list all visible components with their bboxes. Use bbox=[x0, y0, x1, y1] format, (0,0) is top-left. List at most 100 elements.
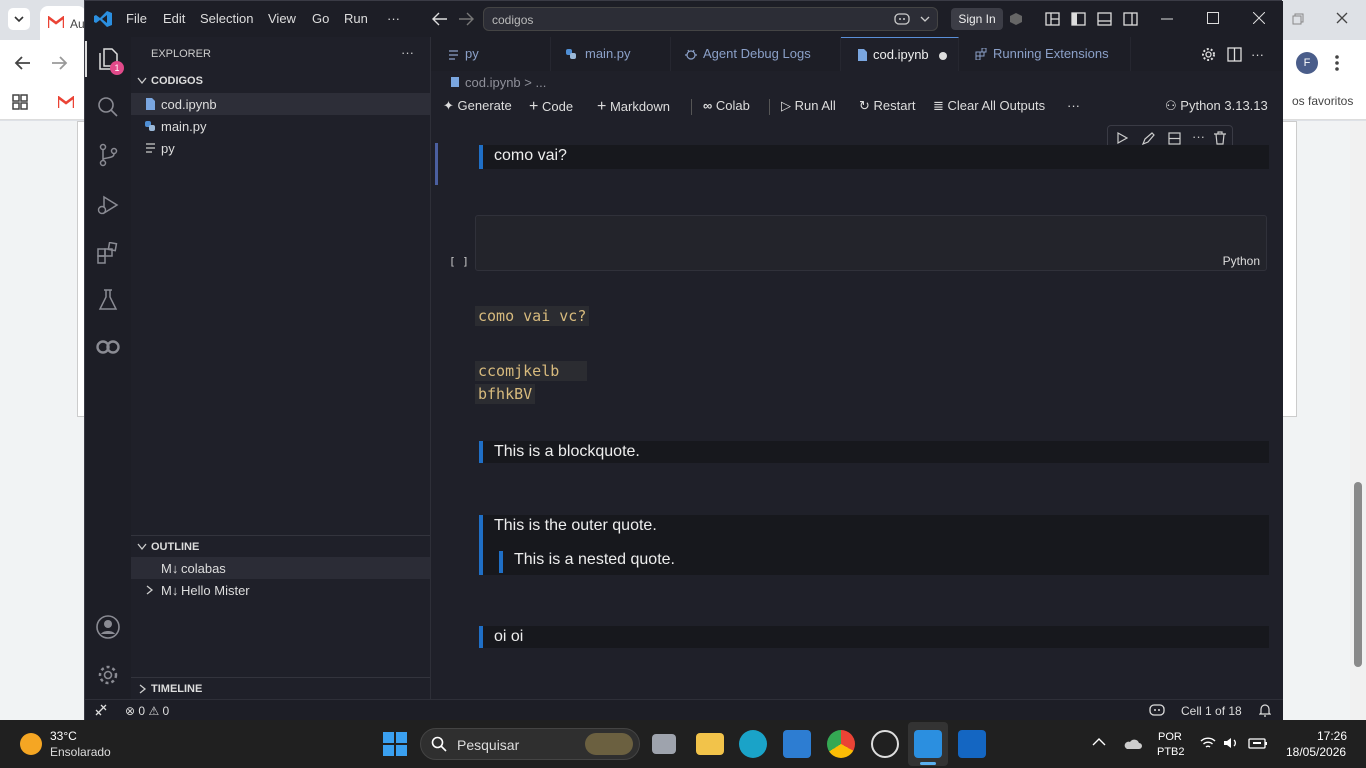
tab-py[interactable]: py bbox=[431, 37, 551, 71]
sign-in-button[interactable]: Sign In bbox=[951, 8, 1003, 30]
menu-more[interactable]: ··· bbox=[387, 11, 400, 26]
edit-cell-icon[interactable] bbox=[1142, 132, 1155, 145]
tab-running-extensions[interactable]: Running Extensions bbox=[959, 37, 1131, 71]
run-debug-icon[interactable] bbox=[97, 194, 119, 216]
tab-main-py[interactable]: main.py bbox=[551, 37, 671, 71]
accounts-icon[interactable] bbox=[1009, 12, 1023, 26]
breadcrumb[interactable]: cod.ipynb > ... bbox=[451, 75, 546, 90]
window-maximize-icon[interactable] bbox=[1207, 12, 1219, 24]
outline-title[interactable]: OUTLINE bbox=[151, 541, 199, 553]
folder-chevron-icon[interactable] bbox=[137, 77, 147, 85]
tab-agent-debug-logs[interactable]: Agent Debug Logs bbox=[671, 37, 841, 71]
dell-icon[interactable] bbox=[871, 730, 899, 758]
show-hidden-icons[interactable] bbox=[1092, 737, 1106, 747]
folder-title[interactable]: CODIGOS bbox=[151, 75, 203, 87]
battery-icon[interactable] bbox=[1248, 737, 1268, 749]
copilot-status-icon[interactable] bbox=[1149, 703, 1165, 717]
split-editor-icon[interactable] bbox=[1227, 47, 1242, 62]
extensions-icon[interactable] bbox=[97, 242, 119, 264]
unsaved-dot-icon[interactable] bbox=[939, 52, 947, 60]
timeline-chevron-icon[interactable] bbox=[139, 684, 147, 694]
file-item-py[interactable]: py bbox=[131, 137, 430, 159]
colab-icon[interactable] bbox=[95, 339, 121, 355]
gmail-bookmark-icon[interactable] bbox=[58, 96, 74, 108]
notebook-settings-gear-icon[interactable] bbox=[1201, 47, 1216, 62]
split-cell-icon[interactable] bbox=[1168, 132, 1181, 145]
outline-item-hello-mister[interactable]: M↓ Hello Mister bbox=[131, 579, 430, 601]
clock-date[interactable]: 18/05/2026 bbox=[1286, 745, 1346, 759]
edge-icon[interactable] bbox=[739, 730, 767, 758]
delete-cell-icon[interactable] bbox=[1214, 131, 1226, 145]
window-close-icon[interactable] bbox=[1253, 12, 1265, 24]
testing-icon[interactable] bbox=[98, 289, 118, 311]
markdown-blockquote[interactable]: This is a blockquote. bbox=[479, 441, 1269, 463]
kernel-picker[interactable]: ⚇ Python 3.13.13 bbox=[1165, 98, 1268, 114]
input-language-line2[interactable]: PTB2 bbox=[1157, 746, 1185, 758]
file-item-main-py[interactable]: main.py bbox=[131, 115, 430, 137]
vscode-taskbar-icon[interactable] bbox=[914, 730, 942, 758]
profile-avatar[interactable]: F bbox=[1296, 52, 1318, 74]
weather-temp[interactable]: 33°C bbox=[50, 729, 77, 743]
cell-position[interactable]: Cell 1 of 18 bbox=[1181, 704, 1242, 718]
wifi-icon[interactable] bbox=[1200, 737, 1216, 749]
apps-icon[interactable] bbox=[12, 94, 28, 110]
clear-outputs-button[interactable]: ≣ Clear All Outputs bbox=[933, 98, 1045, 114]
explorer-more-button[interactable]: ··· bbox=[401, 45, 414, 60]
windows-start-icon[interactable] bbox=[383, 732, 407, 756]
close-icon[interactable] bbox=[1336, 12, 1348, 24]
add-markdown-cell-button[interactable]: + Markdown bbox=[597, 98, 670, 116]
copilot-icon[interactable] bbox=[894, 12, 910, 26]
chevron-right-icon[interactable] bbox=[146, 585, 154, 595]
menu-edit[interactable]: Edit bbox=[163, 11, 185, 26]
run-cell-icon[interactable] bbox=[1116, 132, 1128, 144]
menu-go[interactable]: Go bbox=[312, 11, 329, 26]
colab-button[interactable]: ∞ Colab bbox=[703, 98, 750, 113]
tab-cod-ipynb[interactable]: cod.ipynb bbox=[841, 37, 959, 71]
source-control-icon[interactable] bbox=[97, 143, 119, 167]
problems-indicator[interactable]: ⊗ 0 ⚠ 0 bbox=[125, 704, 169, 718]
toggle-secondary-sidebar-icon[interactable] bbox=[1123, 12, 1138, 26]
file-explorer-icon[interactable] bbox=[696, 733, 724, 755]
store-icon[interactable] bbox=[783, 730, 811, 758]
chevron-down-icon[interactable] bbox=[920, 16, 930, 22]
file-item-cod-ipynb[interactable]: cod.ipynb bbox=[131, 93, 430, 115]
window-minimize-icon[interactable] bbox=[1161, 18, 1173, 20]
clock-time[interactable]: 17:26 bbox=[1317, 729, 1347, 743]
toggle-sidebar-icon[interactable] bbox=[1071, 12, 1086, 26]
forward-icon[interactable] bbox=[458, 12, 474, 26]
outline-item-colabas[interactable]: M↓ colabas bbox=[131, 557, 430, 579]
command-center[interactable]: codigos bbox=[483, 7, 938, 31]
code-cell[interactable]: Python bbox=[475, 215, 1267, 271]
menu-run[interactable]: Run bbox=[344, 11, 368, 26]
notifications-bell-icon[interactable] bbox=[1259, 703, 1271, 717]
tab-list-button[interactable] bbox=[8, 8, 30, 30]
menu-view[interactable]: View bbox=[268, 11, 296, 26]
search-icon[interactable] bbox=[97, 96, 119, 118]
back-icon[interactable] bbox=[14, 54, 32, 72]
editor-more-button[interactable]: ··· bbox=[1251, 47, 1264, 62]
volume-icon[interactable] bbox=[1223, 737, 1239, 749]
outlook-icon[interactable] bbox=[958, 730, 986, 758]
input-language-line1[interactable]: POR bbox=[1158, 731, 1182, 743]
run-all-button[interactable]: ▷ Run All bbox=[781, 98, 836, 114]
cell-more-icon[interactable]: ··· bbox=[1192, 129, 1205, 144]
markdown-quote-oi[interactable]: oi oi bbox=[479, 626, 1269, 648]
markdown-quote-cell[interactable]: como vai? bbox=[479, 145, 1269, 169]
generate-button[interactable]: ✦ Generate bbox=[443, 98, 512, 114]
page-scrollbar-thumb[interactable] bbox=[1354, 482, 1362, 667]
task-view-icon[interactable] bbox=[652, 734, 676, 754]
forward-icon[interactable] bbox=[50, 54, 68, 72]
minimize-icon[interactable] bbox=[1292, 13, 1304, 25]
outline-chevron-icon[interactable] bbox=[137, 543, 147, 551]
menu-selection[interactable]: Selection bbox=[200, 11, 253, 26]
weather-icon[interactable] bbox=[20, 733, 42, 755]
account-icon[interactable] bbox=[95, 614, 121, 640]
settings-gear-icon[interactable] bbox=[97, 664, 119, 686]
all-bookmarks-link[interactable]: os favoritos bbox=[1292, 94, 1353, 108]
add-code-cell-button[interactable]: + Code bbox=[529, 98, 573, 116]
browser-menu-icon[interactable] bbox=[1334, 54, 1340, 72]
browser-tab[interactable]: Au bbox=[40, 6, 86, 40]
onedrive-icon[interactable] bbox=[1124, 738, 1142, 750]
cell-language-label[interactable]: Python bbox=[1223, 254, 1260, 268]
breadcrumb-more[interactable]: ... bbox=[535, 75, 546, 90]
